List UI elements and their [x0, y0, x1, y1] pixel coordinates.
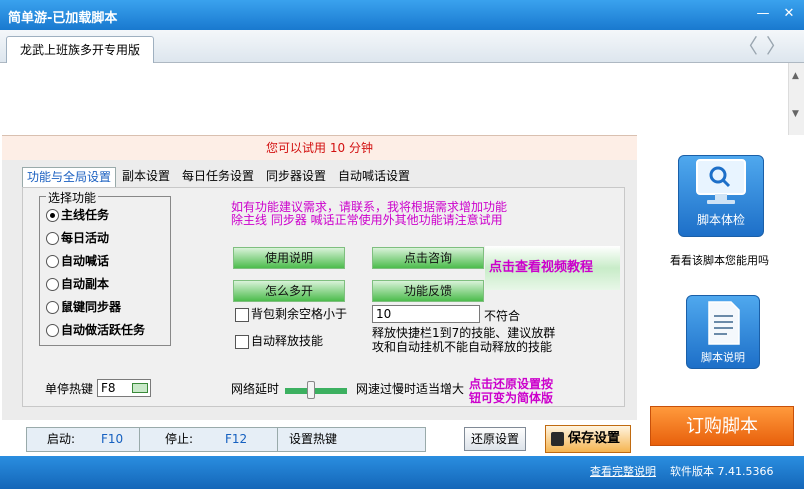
start-hotkey: F10: [101, 432, 124, 446]
scroll-up-icon[interactable]: ▲: [792, 71, 799, 81]
radio-label: 自动喊话: [61, 254, 110, 268]
version-text: 软件版本 7.41.5366: [670, 465, 774, 478]
radio-label: 每日活动: [61, 231, 110, 245]
function-group: 选择功能 主线任务 每日活动 自动喊话 自动副本 鼠键同步器 自动做活跃任务: [39, 189, 171, 346]
browser-tab[interactable]: 龙武上班族多开专用版: [6, 36, 154, 64]
latency-hint: 网速过慢时适当增大: [356, 382, 465, 396]
radio-auto-dungeon[interactable]: 自动副本: [46, 275, 109, 295]
separator: [139, 428, 140, 451]
radio-dot: [46, 209, 59, 222]
radio-label: 自动做活跃任务: [61, 323, 146, 337]
minimize-button[interactable]: —: [752, 3, 774, 25]
settings-panel: 功能与全局设置 副本设置 每日任务设置 同步器设置 自动喊话设置 选择功能 主线…: [2, 160, 637, 420]
save-label: 保存设置: [568, 431, 621, 446]
tab-global-settings[interactable]: 功能与全局设置: [22, 167, 117, 187]
radio-dot: [46, 232, 59, 245]
radio-active-tasks[interactable]: 自动做活跃任务: [46, 321, 145, 341]
script-doc-label: 脚本说明: [701, 351, 745, 364]
scroll-down-icon[interactable]: ▼: [792, 109, 799, 119]
radio-label: 主线任务: [61, 208, 110, 222]
script-doc-button[interactable]: 脚本说明: [686, 295, 760, 369]
hotkey-bar: 启动: F10 停止: F12 设置热键: [26, 427, 426, 452]
script-check-button[interactable]: 脚本体检: [678, 155, 764, 237]
tab-dungeon-settings[interactable]: 副本设置: [118, 167, 174, 187]
radio-auto-shout[interactable]: 自动喊话: [46, 252, 109, 272]
radio-main-quest[interactable]: 主线任务: [46, 206, 109, 226]
feedback-button[interactable]: 功能反馈: [372, 280, 484, 302]
order-script-button[interactable]: 订购脚本: [650, 406, 794, 446]
radio-dot: [46, 324, 59, 337]
script-check-desc: 看看该脚本您能用吗: [670, 254, 769, 267]
notice-line-2: 除主线 同步器 喊话正常使用外其他功能请注意试用: [231, 213, 503, 227]
save-settings-button[interactable]: 保存设置: [545, 425, 631, 453]
close-button[interactable]: ✕: [778, 3, 800, 25]
latency-slider[interactable]: [285, 388, 347, 394]
start-label: 启动:: [47, 432, 76, 446]
set-hotkey-button[interactable]: 设置热键: [289, 428, 337, 451]
bag-space-checkbox[interactable]: 背包剩余空格小于: [235, 305, 347, 322]
window-title: 简单游-已加载脚本: [8, 11, 118, 26]
restore-tip-line-2: 钮可变为简体版: [469, 391, 554, 405]
consult-button[interactable]: 点击咨询: [372, 247, 484, 269]
radio-dot: [46, 278, 59, 291]
tab-auto-shout[interactable]: 自动喊话设置: [334, 167, 414, 187]
radio-dot: [46, 301, 59, 314]
radio-dot: [46, 255, 59, 268]
title-bar: 简单游-已加载脚本 — ✕: [0, 0, 804, 30]
checkbox-label: 自动释放技能: [251, 334, 324, 348]
web-content-area: [0, 63, 788, 135]
function-group-legend: 选择功能: [46, 189, 99, 206]
tab-content: 选择功能 主线任务 每日活动 自动喊话 自动副本 鼠键同步器 自动做活跃任务 如…: [22, 187, 625, 407]
document-icon: [708, 301, 740, 345]
pause-hotkey-value: F8: [101, 381, 116, 395]
separator: [277, 428, 278, 451]
trial-notice: 您可以试用 10 分钟: [2, 135, 637, 160]
back-arrow-icon[interactable]: 〈: [738, 36, 758, 56]
vertical-scrollbar[interactable]: ▲ ▼: [788, 63, 804, 135]
auto-skill-checkbox[interactable]: 自动释放技能: [235, 332, 323, 349]
checkbox-label: 背包剩余空格小于: [251, 307, 348, 321]
pause-hotkey-label: 单停热键: [45, 382, 94, 396]
save-icon: [551, 432, 564, 446]
multi-open-button[interactable]: 怎么多开: [233, 280, 345, 302]
tab-daily-tasks[interactable]: 每日任务设置: [178, 167, 258, 187]
script-check-label: 脚本体检: [696, 213, 745, 227]
full-docs-link[interactable]: 查看完整说明: [590, 463, 656, 479]
latency-slider-thumb[interactable]: [307, 381, 315, 399]
keyboard-icon: [132, 383, 148, 393]
forward-arrow-icon[interactable]: 〉: [766, 36, 786, 56]
stop-label: 停止:: [165, 432, 194, 446]
browser-tab-strip: 龙武上班族多开专用版 〈 〉: [0, 30, 804, 64]
bag-space-input[interactable]: 10: [372, 305, 480, 323]
checkbox-box: [235, 307, 249, 322]
stop-hotkey: F12: [225, 432, 248, 446]
latency-label: 网络延时: [231, 382, 280, 396]
radio-input-sync[interactable]: 鼠键同步器: [46, 298, 121, 318]
monitor-search-icon: [696, 159, 746, 204]
usage-guide-button[interactable]: 使用说明: [233, 247, 345, 269]
pause-hotkey-input[interactable]: F8: [97, 379, 151, 397]
tab-sync-settings[interactable]: 同步器设置: [262, 167, 330, 187]
restore-settings-button[interactable]: 还原设置: [464, 427, 526, 451]
auto-skill-note-2: 攻和自动挂机不能自动释放的技能: [372, 340, 553, 354]
radio-daily-activity[interactable]: 每日活动: [46, 229, 109, 249]
status-bar: 查看完整说明 软件版本 7.41.5366: [0, 456, 804, 489]
radio-label: 自动副本: [61, 277, 110, 291]
radio-label: 鼠键同步器: [61, 300, 122, 314]
bag-space-suffix: 不符合: [484, 309, 521, 323]
video-tutorial-link[interactable]: 点击查看视频教程: [485, 246, 620, 290]
checkbox-box: [235, 334, 249, 349]
